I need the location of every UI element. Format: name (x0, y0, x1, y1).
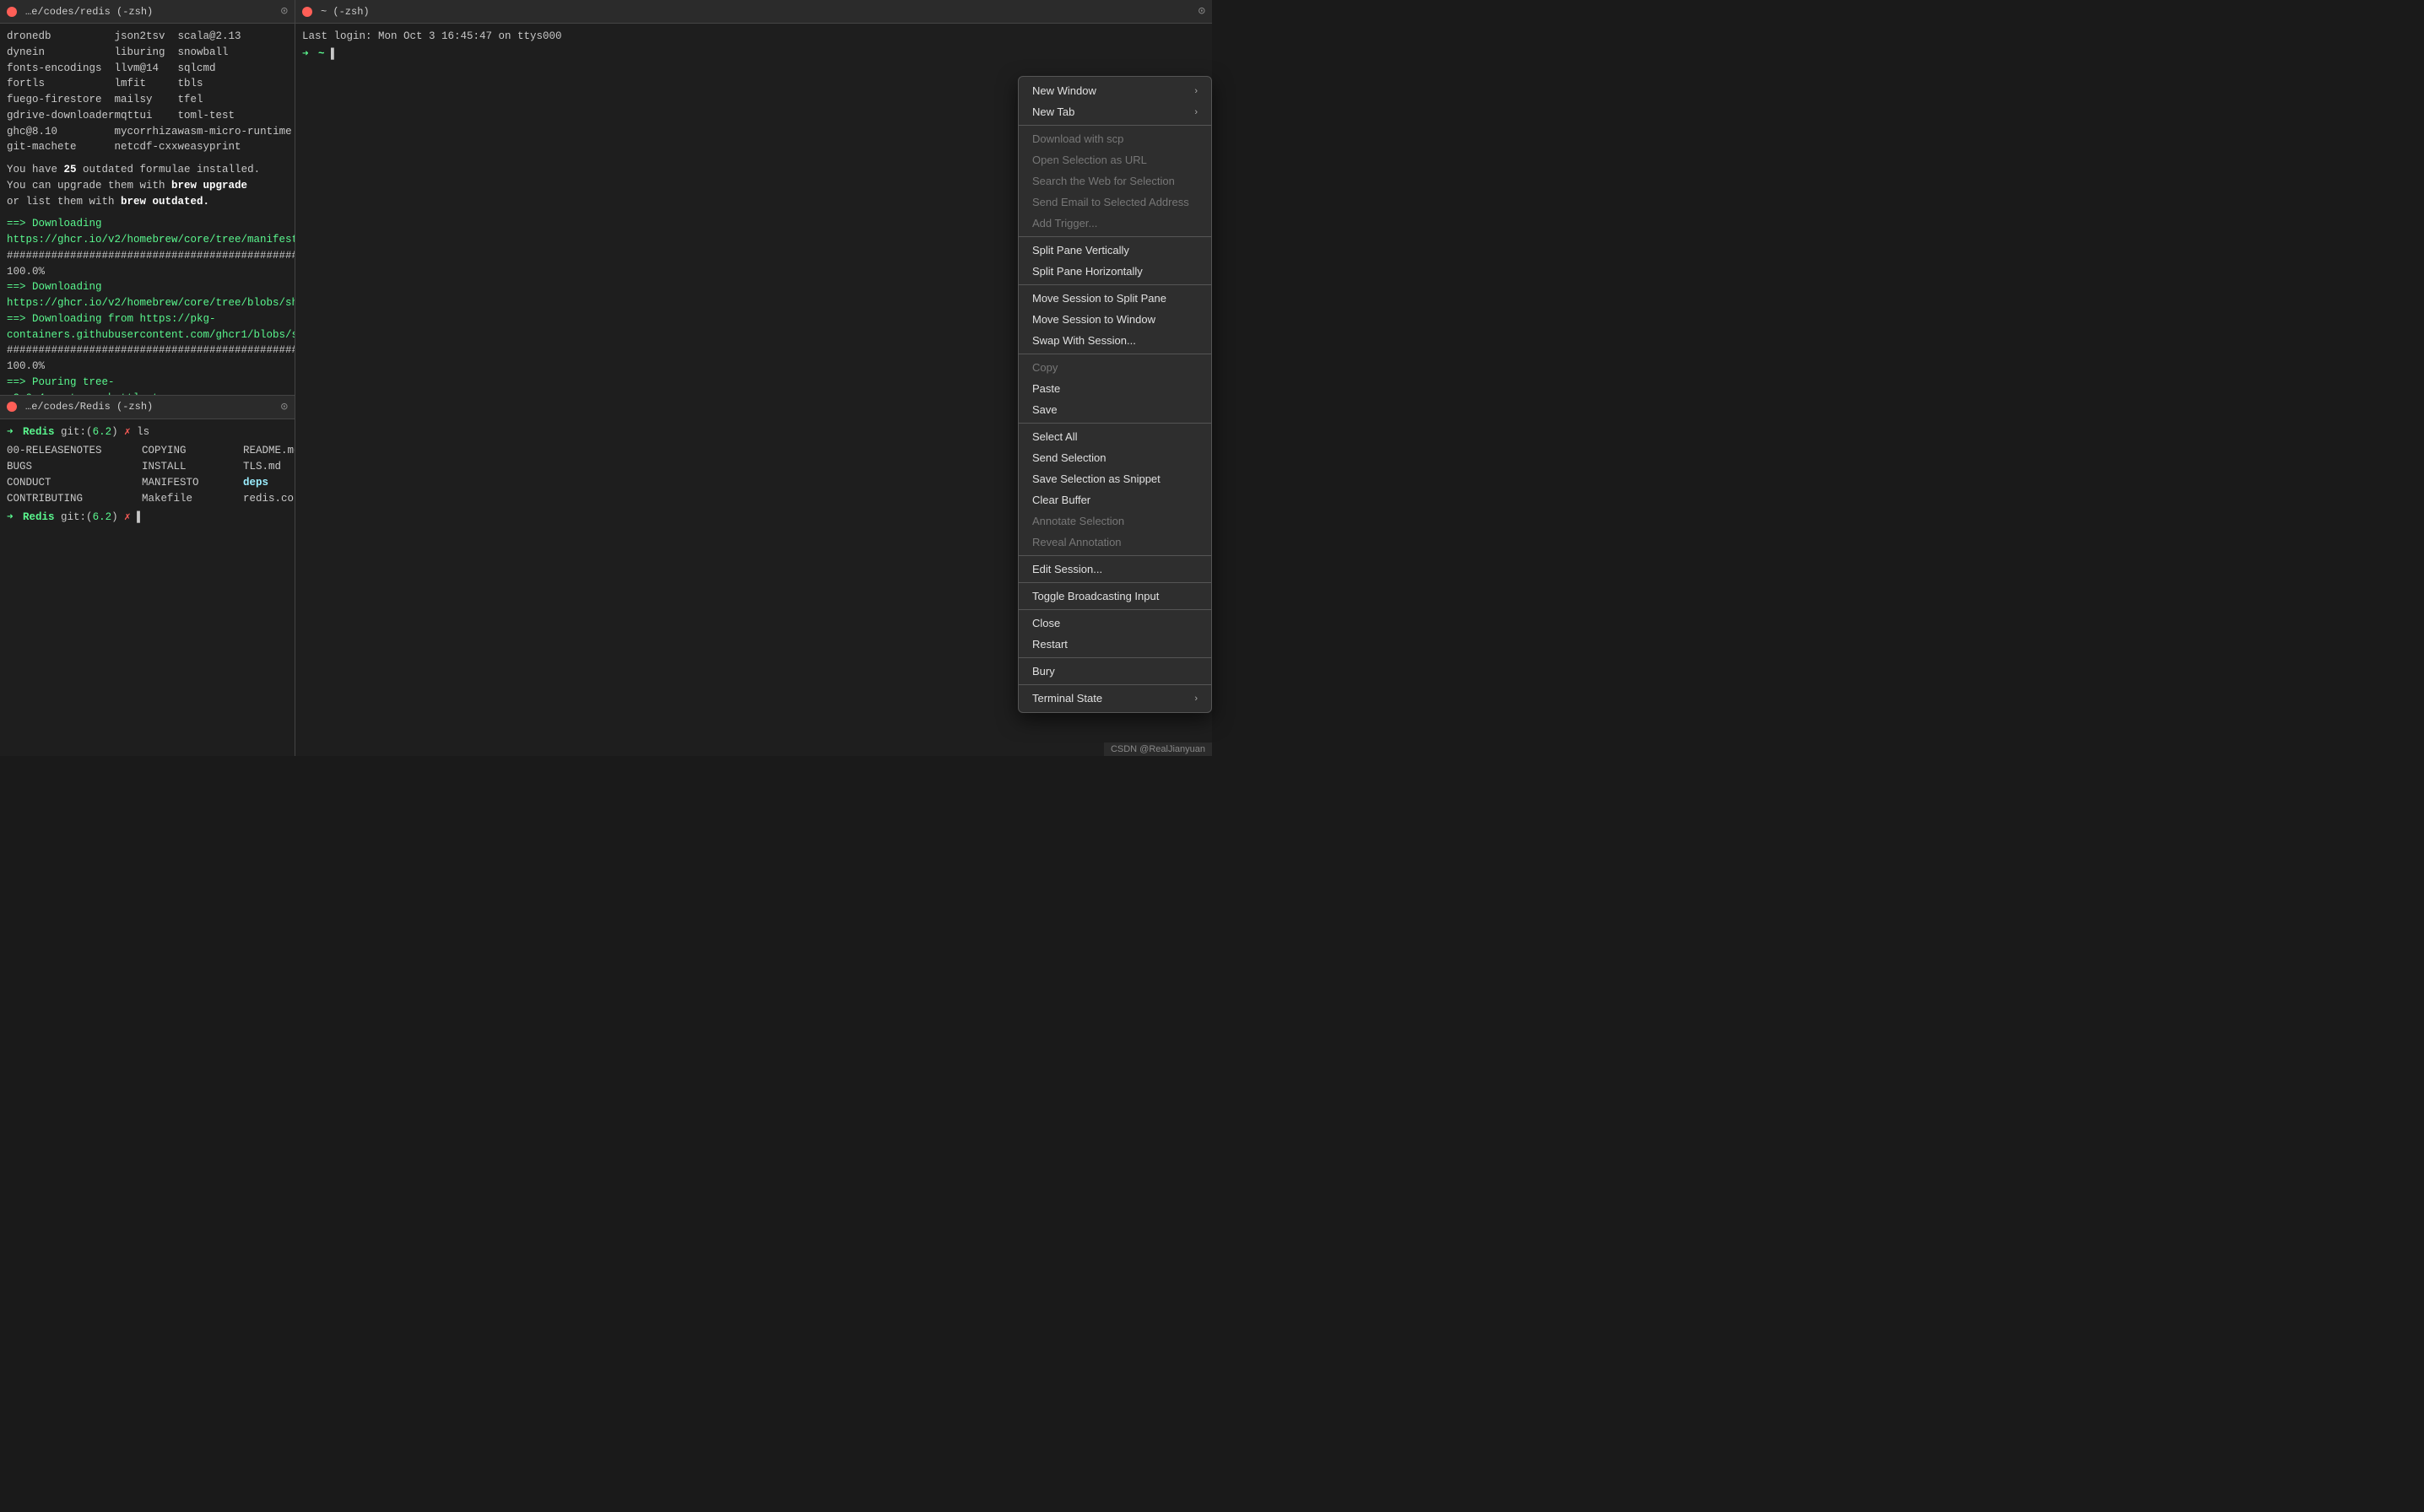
package-list: dronedbjson2tsvscala@2.13 dyneinliburing… (7, 29, 288, 155)
menu-item-move-split[interactable]: Move Session to Split Pane (1019, 288, 1211, 309)
menu-item-split-horizontal[interactable]: Split Pane Horizontally (1019, 261, 1211, 282)
bottom-prompt-ls: ➜ Redis git:(6.2) ✗ ls (7, 424, 288, 440)
menu-item-close[interactable]: Close (1019, 613, 1211, 634)
bottom-terminal[interactable]: ➜ Redis git:(6.2) ✗ ls 00-RELEASENOTESCO… (0, 419, 295, 757)
top-tab-close[interactable] (7, 7, 17, 17)
download-line-2: ==> Downloading https://ghcr.io/v2/homeb… (7, 279, 288, 311)
separator-1 (1019, 125, 1211, 126)
menu-item-download-scp: Download with scp (1019, 128, 1211, 149)
right-tab-bar: ~ (-zsh) ⊙ (295, 0, 1212, 24)
progress-1: ########################################… (7, 248, 288, 280)
left-pane: …e/codes/redis (-zsh) ⊙ dronedbjson2tsvs… (0, 0, 295, 756)
upgrade-line1: You can upgrade them with brew upgrade (7, 178, 288, 194)
left-bottom: …e/codes/Redis (-zsh) ⊙ ➜ Redis git:(6.2… (0, 396, 295, 757)
terminal-container: …e/codes/redis (-zsh) ⊙ dronedbjson2tsvs… (0, 0, 1212, 756)
menu-item-swap-session[interactable]: Swap With Session... (1019, 330, 1211, 351)
menu-item-send-selection[interactable]: Send Selection (1019, 447, 1211, 468)
menu-item-terminal-state[interactable]: Terminal State › (1019, 688, 1211, 709)
separator-10 (1019, 684, 1211, 685)
menu-item-bury[interactable]: Bury (1019, 661, 1211, 682)
separator-6 (1019, 555, 1211, 556)
bottom-tab-settings-icon[interactable]: ⊙ (281, 400, 288, 414)
menu-item-toggle-broadcast[interactable]: Toggle Broadcasting Input (1019, 586, 1211, 607)
separator-2 (1019, 236, 1211, 237)
menu-item-restart[interactable]: Restart (1019, 634, 1211, 655)
menu-item-send-email: Send Email to Selected Address (1019, 192, 1211, 213)
download-line-1: ==> Downloading https://ghcr.io/v2/homeb… (7, 216, 288, 248)
top-tab-bar: …e/codes/redis (-zsh) ⊙ (0, 0, 295, 24)
login-line: Last login: Mon Oct 3 16:45:47 on ttys00… (302, 29, 1205, 45)
pouring-line: ==> Pouring tree--2.0.4.monterey.bottle.… (7, 375, 288, 395)
menu-item-clear-buffer[interactable]: Clear Buffer (1019, 489, 1211, 510)
top-tab-title: …e/codes/redis (-zsh) (25, 6, 153, 18)
chevron-right-icon: › (1194, 107, 1198, 117)
bottom-prompt2: ➜ Redis git:(6.2) ✗ ▌ (7, 510, 288, 526)
menu-item-search-web: Search the Web for Selection (1019, 170, 1211, 192)
chevron-right-icon: › (1194, 694, 1198, 704)
status-bar: CSDN @RealJianyuan (1104, 742, 1212, 756)
menu-item-save-snippet[interactable]: Save Selection as Snippet (1019, 468, 1211, 489)
menu-item-open-url: Open Selection as URL (1019, 149, 1211, 170)
bottom-tab-bar: …e/codes/Redis (-zsh) ⊙ (0, 396, 295, 419)
menu-item-save[interactable]: Save (1019, 399, 1211, 420)
menu-item-move-window[interactable]: Move Session to Window (1019, 309, 1211, 330)
separator-3 (1019, 284, 1211, 285)
menu-item-reveal-annotation: Reveal Annotation (1019, 532, 1211, 553)
status-text: CSDN @RealJianyuan (1111, 744, 1205, 754)
menu-item-select-all[interactable]: Select All (1019, 426, 1211, 447)
top-tab-settings-icon[interactable]: ⊙ (281, 4, 288, 19)
download-line-3: ==> Downloading from https://pkg-contain… (7, 311, 288, 343)
separator-7 (1019, 582, 1211, 583)
menu-item-split-vertical[interactable]: Split Pane Vertically (1019, 240, 1211, 261)
upgrade-line2: or list them with brew outdated. (7, 194, 288, 210)
context-menu: New Window › New Tab › Download with scp… (1018, 76, 1212, 713)
bottom-tab-close[interactable] (7, 402, 17, 412)
menu-item-new-window[interactable]: New Window › (1019, 80, 1211, 101)
menu-item-annotate: Annotate Selection (1019, 510, 1211, 532)
left-top-terminal[interactable]: dronedbjson2tsvscala@2.13 dyneinliburing… (0, 24, 295, 395)
right-tab-title: ~ (-zsh) (321, 6, 370, 18)
menu-item-paste[interactable]: Paste (1019, 378, 1211, 399)
separator-8 (1019, 609, 1211, 610)
menu-item-new-tab[interactable]: New Tab › (1019, 101, 1211, 122)
separator-9 (1019, 657, 1211, 658)
bottom-tab-title: …e/codes/Redis (-zsh) (25, 401, 153, 413)
right-prompt: ➜ ~ ▌ (302, 46, 1205, 62)
file-list: 00-RELEASENOTESCOPYINGREADME.mdruntestse… (7, 443, 288, 506)
menu-item-edit-session[interactable]: Edit Session... (1019, 559, 1211, 580)
progress-2: ########################################… (7, 343, 288, 375)
outdated-msg: You have 25 outdated formulae installed. (7, 162, 288, 178)
separator-5 (1019, 423, 1211, 424)
chevron-right-icon: › (1194, 86, 1198, 96)
right-tab-settings-icon[interactable]: ⊙ (1198, 4, 1205, 19)
right-tab-close[interactable] (302, 7, 312, 17)
menu-item-add-trigger: Add Trigger... (1019, 213, 1211, 234)
menu-item-copy: Copy (1019, 357, 1211, 378)
